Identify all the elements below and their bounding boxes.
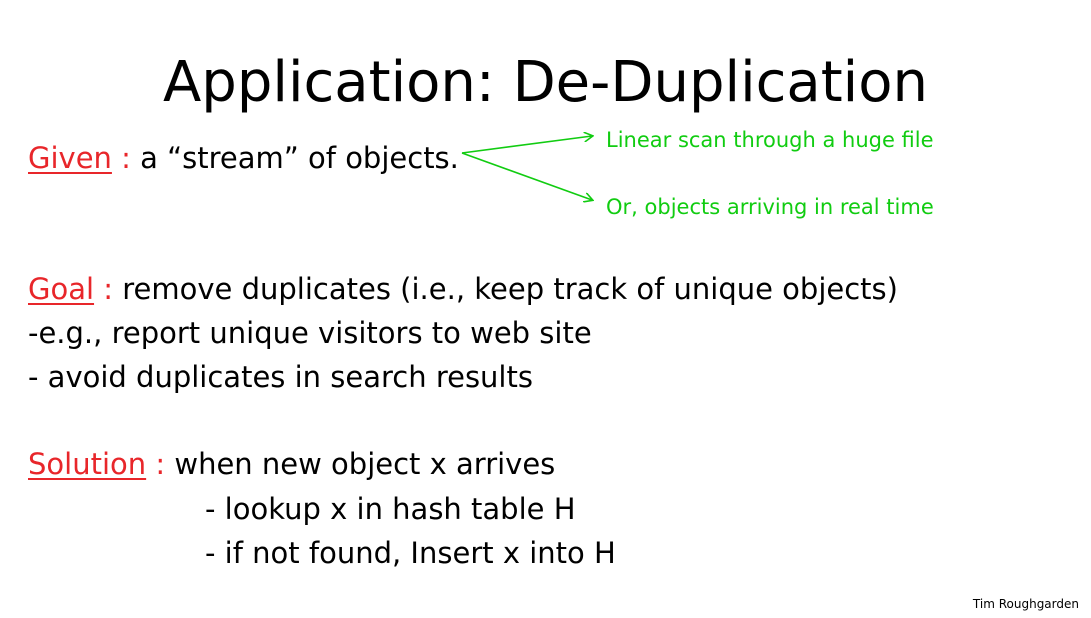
arrow-to-note1 xyxy=(461,136,592,154)
slide-title: Application: De-Duplication xyxy=(163,50,928,115)
solution-line: Solution : when new object x arrives xyxy=(28,446,555,482)
goal-label-text: Goal xyxy=(28,272,95,306)
goal-item: - avoid duplicates in search results xyxy=(28,360,533,394)
solution-label-text: Solution xyxy=(28,447,147,481)
author-footer: Tim Roughgarden xyxy=(972,597,1079,611)
solution-step: - lookup x in hash table H xyxy=(205,492,576,526)
given-label-text: Given xyxy=(28,141,112,175)
annotation-real-time: Or, objects arriving in real time xyxy=(606,195,934,219)
solution-colon: : xyxy=(146,447,166,481)
arrow-to-note2 xyxy=(461,152,592,200)
annotation-linear-scan: Linear scan through a huge file xyxy=(606,128,934,152)
given-text: a “stream” of objects. xyxy=(130,141,459,175)
goal-line: Goal : remove duplicates (i.e., keep tra… xyxy=(28,271,898,307)
goal-item: -e.g., report unique visitors to web sit… xyxy=(28,316,592,350)
given-colon: : xyxy=(111,141,131,175)
solution-step: - if not found, Insert x into H xyxy=(205,536,616,570)
solution-text: when new object x arrives xyxy=(165,447,556,481)
given-line: Given : a “stream” of objects. xyxy=(28,140,459,176)
goal-colon: : xyxy=(94,272,114,306)
given-label: Given : xyxy=(28,141,131,175)
solution-label: Solution : xyxy=(28,447,165,481)
goal-label: Goal : xyxy=(28,272,113,306)
goal-text: remove duplicates (i.e., keep track of u… xyxy=(113,272,898,306)
slide: Application: De-Duplication Given : a “s… xyxy=(0,0,1091,618)
